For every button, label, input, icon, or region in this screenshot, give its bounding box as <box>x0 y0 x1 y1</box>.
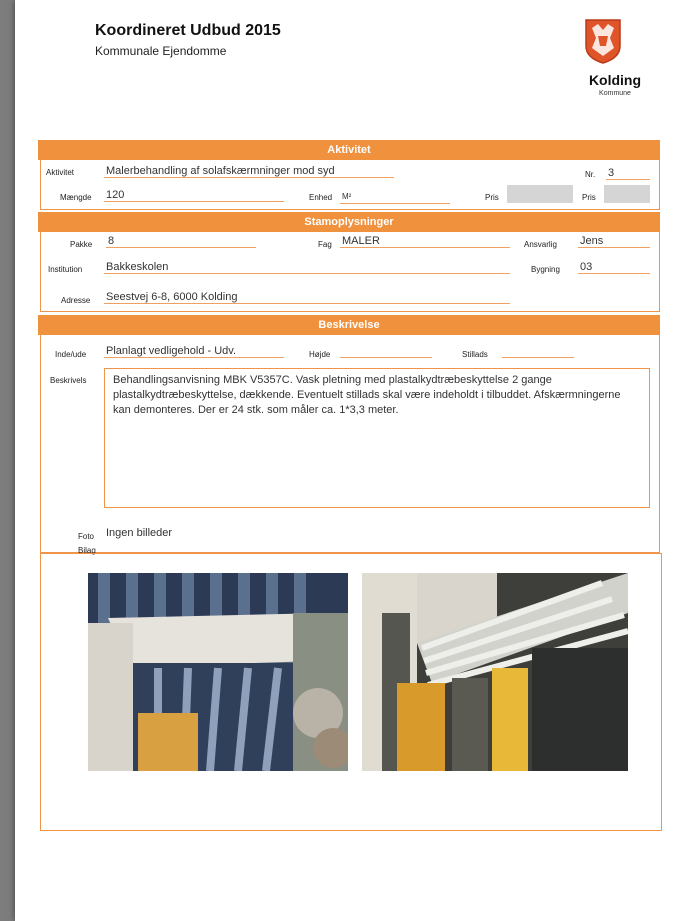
document-title: Koordineret Udbud 2015 <box>95 22 281 39</box>
beskrivelse-band: Beskrivelse <box>38 315 660 335</box>
fag-label: Fag <box>318 240 332 249</box>
foto-label: Foto <box>78 532 95 541</box>
nr-field[interactable]: 3 <box>606 166 650 180</box>
institution-field[interactable]: Bakkeskolen <box>104 260 510 274</box>
hojde-field[interactable] <box>340 344 432 358</box>
pakke-field[interactable]: 8 <box>106 234 256 248</box>
crest-icon <box>585 19 621 64</box>
photo-facade-shades <box>362 573 628 771</box>
maengde-label: Mængde <box>60 193 92 202</box>
document-subtitle: Kommunale Ejendomme <box>95 44 227 58</box>
hojde-label: Højde <box>309 350 331 359</box>
foto-field: Ingen billeder <box>106 527 173 539</box>
aktivitet-band: Aktivitet <box>38 140 660 160</box>
indeude-label: Inde/ude <box>55 350 87 359</box>
pakke-label: Pakke <box>70 240 93 249</box>
stillads-label: Stillads <box>462 350 488 359</box>
enhed-field[interactable]: M² <box>340 190 450 204</box>
maengde-field[interactable]: 120 <box>104 188 284 202</box>
bygning-label: Bygning <box>531 265 560 274</box>
beskrivelse-textarea[interactable]: Behandlingsanvisning MBK V5357C. Vask pl… <box>104 368 650 508</box>
beskrivelse-label: Beskrivels <box>50 376 87 385</box>
stamoplysninger-band: Stamoplysninger <box>38 212 660 232</box>
aktivitet-field[interactable]: Malerbehandling af solafskærmninger mod … <box>104 164 394 178</box>
kolding-logo: Kolding Kommune <box>572 16 662 106</box>
pris-field-1[interactable] <box>507 185 573 203</box>
institution-label: Institution <box>48 265 83 274</box>
ansvarlig-field[interactable]: Jens <box>578 234 650 248</box>
bygning-field[interactable]: 03 <box>578 260 650 274</box>
pris-label-1: Pris <box>485 193 499 202</box>
adresse-field[interactable]: Seestvej 6-8, 6000 Kolding <box>104 290 510 304</box>
enhed-label: Enhed <box>309 193 333 202</box>
adresse-label: Adresse <box>61 296 91 305</box>
pris-field-2[interactable] <box>604 185 650 203</box>
pris-label-2: Pris <box>582 193 596 202</box>
fag-field[interactable]: MALER <box>340 234 510 248</box>
stillads-field[interactable] <box>502 344 574 358</box>
ansvarlig-label: Ansvarlig <box>524 240 557 249</box>
photo-balcony-underside <box>88 573 348 771</box>
logo-subtitle: Kommune <box>599 90 631 97</box>
nr-label: Nr. <box>585 170 596 179</box>
logo-name: Kolding <box>588 72 642 88</box>
indeude-field[interactable]: Planlagt vedligehold - Udv. <box>104 344 284 358</box>
aktivitet-label: Aktivitet <box>46 168 75 177</box>
